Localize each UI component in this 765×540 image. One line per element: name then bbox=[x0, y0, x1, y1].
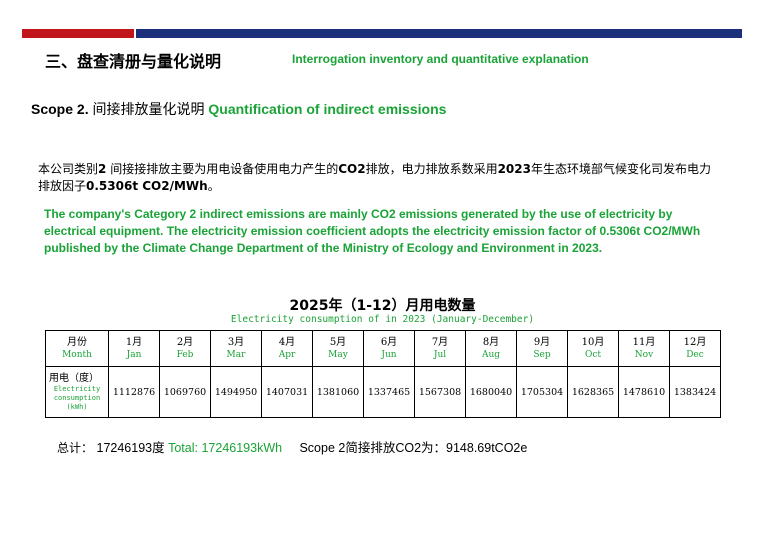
month-value-cell: 1383424 bbox=[669, 366, 721, 418]
month-header-cell: 6月 Jun bbox=[363, 330, 415, 367]
electricity-table: 月份 Month 1月 Jan 2月 Feb 3月 Mar 4月 Apr 5月 May 6月 Jun 7… bbox=[45, 330, 721, 418]
summary-line: 总计： 17246193度 Total: 17246193kWh Scope 2… bbox=[57, 437, 527, 456]
month-en: Dec bbox=[686, 350, 704, 360]
scope-title-en: Quantification of indirect emissions bbox=[208, 101, 447, 117]
month-cn: 6月 bbox=[380, 337, 398, 348]
paragraph-cn: 本公司类别2 间接接排放主要为用电设备使用电力产生的CO2排放，电力排放系数采用… bbox=[38, 161, 718, 195]
month-header-cell: 9月 Sep bbox=[516, 330, 568, 367]
month-header-cell: 2月 Feb bbox=[159, 330, 211, 367]
month-cn: 1月 bbox=[125, 337, 143, 348]
summary-total-value-cn: 17246193度 bbox=[96, 441, 165, 455]
month-header-cell: 10月 Oct bbox=[567, 330, 619, 367]
month-cn: 8月 bbox=[482, 337, 500, 348]
month-header-cell: 3月 Mar bbox=[210, 330, 262, 367]
month-value-cell: 1478610 bbox=[618, 366, 670, 418]
month-en: Jan bbox=[126, 350, 142, 360]
summary-scope-co2: Scope 2简接排放CO2为：9148.69tCO2e bbox=[299, 441, 528, 455]
month-en: Mar bbox=[226, 350, 246, 360]
month-header-cell: 8月 Aug bbox=[465, 330, 517, 367]
month-en: Aug bbox=[481, 350, 501, 360]
month-value-cell: 1567308 bbox=[414, 366, 466, 418]
month-en: May bbox=[328, 350, 348, 360]
month-en: Jun bbox=[381, 350, 397, 360]
month-header-cell: 12月 Dec bbox=[669, 330, 721, 367]
month-cn: 3月 bbox=[227, 337, 245, 348]
summary-total-cn: 总计： bbox=[57, 441, 94, 455]
para-cn-bold: CO2 bbox=[338, 162, 366, 176]
month-cn: 9月 bbox=[533, 337, 551, 348]
month-header-cell: 4月 Apr bbox=[261, 330, 313, 367]
row-label-cn: 用电（度） bbox=[49, 373, 99, 384]
section-title-en: Interrogation inventory and quantitative… bbox=[292, 52, 589, 66]
month-cn: 10月 bbox=[581, 337, 605, 348]
month-en: Oct bbox=[584, 350, 602, 360]
month-cn: 7月 bbox=[431, 337, 449, 348]
month-value-cell: 1381060 bbox=[312, 366, 364, 418]
month-en: Nov bbox=[634, 350, 654, 360]
month-header-cell: 7月 Jul bbox=[414, 330, 466, 367]
month-value-cell: 1069760 bbox=[159, 366, 211, 418]
month-en: Sep bbox=[533, 350, 551, 360]
summary-total-en: Total: 17246193kWh bbox=[168, 441, 283, 455]
month-en: Jul bbox=[433, 350, 447, 360]
para-cn-text: 。 bbox=[207, 179, 220, 193]
month-cn: 11月 bbox=[632, 337, 656, 348]
scope-title: Scope 2. 间接排放量化说明 Quantification of indi… bbox=[31, 99, 446, 119]
para-cn-text: 间接接排放主要为用电设备使用电力产生的 bbox=[106, 162, 339, 176]
month-value-cell: 1494950 bbox=[210, 366, 262, 418]
header-month-cn: 月份 bbox=[67, 337, 87, 348]
month-cn: 4月 bbox=[278, 337, 296, 348]
month-value-cell: 1680040 bbox=[465, 366, 517, 418]
month-header-cell: 5月 May bbox=[312, 330, 364, 367]
month-cn: 2月 bbox=[176, 337, 194, 348]
month-value-cell: 1407031 bbox=[261, 366, 313, 418]
table-row: 用电（度） Electricity consumption (kWh) 1112… bbox=[45, 366, 721, 418]
section-title-cn: 三、盘查清册与量化说明 bbox=[45, 52, 222, 71]
month-cn: 5月 bbox=[329, 337, 347, 348]
month-header-cell: 11月 Nov bbox=[618, 330, 670, 367]
month-header-cell: 1月 Jan bbox=[108, 330, 160, 367]
month-value-cell: 1628365 bbox=[567, 366, 619, 418]
month-en: Feb bbox=[176, 350, 194, 360]
table-subtitle: Electricity consumption of in 2023 (Janu… bbox=[230, 314, 535, 325]
para-cn-text: 排放，电力排放系数采用 bbox=[365, 162, 498, 176]
row-label-cell: 用电（度） Electricity consumption (kWh) bbox=[45, 366, 109, 418]
month-value-cell: 1337465 bbox=[363, 366, 415, 418]
header-month-cell: 月份 Month bbox=[45, 330, 109, 367]
table-title: 2025年（1-12）月用电数量 bbox=[289, 298, 476, 314]
month-cn: 12月 bbox=[683, 337, 707, 348]
paragraph-en: The company's Category 2 indirect emissi… bbox=[44, 207, 701, 255]
scope-title-cn: 间接排放量化说明 bbox=[92, 102, 205, 118]
para-cn-text: 本公司类别 bbox=[38, 162, 99, 176]
header-accent-red bbox=[22, 29, 134, 38]
month-en: Apr bbox=[278, 350, 296, 360]
month-value-cell: 1705304 bbox=[516, 366, 568, 418]
para-cn-bold: 0.5306t CO2/MWh bbox=[86, 179, 208, 193]
para-cn-bold: 2023 bbox=[497, 162, 531, 176]
month-value-cell: 1112876 bbox=[108, 366, 160, 418]
table-header-row: 月份 Month 1月 Jan 2月 Feb 3月 Mar 4月 Apr 5月 May 6月 Jun 7… bbox=[45, 330, 721, 367]
row-label-en: Electricity consumption (kWh) bbox=[53, 385, 101, 411]
header-accent-blue bbox=[136, 29, 742, 38]
header-month-en: Month bbox=[62, 350, 92, 360]
scope-label: Scope 2. bbox=[31, 101, 89, 117]
